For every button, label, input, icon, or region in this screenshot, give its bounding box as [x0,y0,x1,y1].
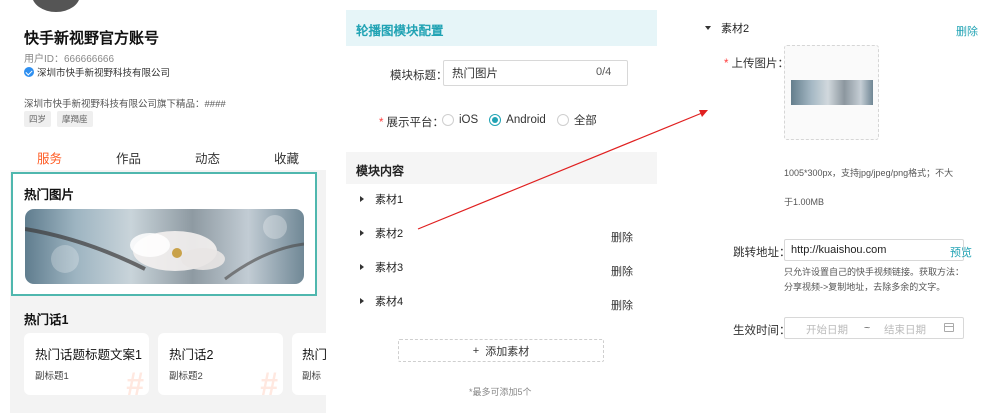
caret-right-icon [360,298,364,304]
topic-card[interactable]: 热门话2 副标题2 # [158,333,283,395]
blossom-image [25,215,304,281]
upload-hint: 1005*300px，支持jpg/jpeg/png格式；不大 [784,168,954,178]
carousel-config-panel: 轮播图模块配置 模块标题： 0/4 *展示平台： iOS Android 全部 … [346,10,657,413]
profile-card: 快手新视野官方账号 用户ID：666666666 深圳市快手新视野科技有限公司 … [10,0,326,174]
module-title-label: 模块标题： [390,70,448,82]
add-material-button[interactable]: + 添加素材 [398,339,604,362]
topic-title: 热门话题标题文案1 [35,348,142,362]
phone-preview: 快手新视野官方账号 用户ID：666666666 深圳市快手新视野科技有限公司 … [10,0,326,413]
topic-title: 热门话2 [169,348,214,362]
end-date-placeholder[interactable]: 结束日期 [884,322,926,337]
verified-icon [24,67,34,77]
tab-activity[interactable]: 动态 [168,148,247,167]
caret-right-icon [360,196,364,202]
url-label: 跳转地址： [733,247,791,259]
material-item-4[interactable]: 素材4 [360,293,403,309]
caret-down-icon [705,26,711,30]
tag: 摩羯座 [57,111,93,127]
topics-title: 热门话1 [24,313,69,327]
topic-card[interactable]: 热门话题标题文案1 副标题1 # [24,333,149,395]
plus-icon: + [472,344,480,357]
account-name: 快手新视野官方账号 [24,30,160,47]
start-date-placeholder[interactable]: 开始日期 [806,322,848,337]
panel-header: 轮播图模块配置 [346,10,657,46]
preview-link[interactable]: 预览 [950,244,972,260]
material-detail-header[interactable]: 素材2 [705,20,749,36]
tab-works[interactable]: 作品 [89,148,168,167]
material-item-2[interactable]: 素材2 [360,225,403,241]
required-mark: * [379,117,384,129]
avatar [32,0,80,12]
radio-all[interactable]: 全部 [556,112,597,128]
profile-tabs: 服务 作品 动态 收藏 [10,148,326,174]
max-count-hint: *最多可添加5个 [469,387,532,397]
platform-label: * 展示平台： [379,117,444,129]
char-count: 0/4 [596,66,612,78]
user-id: 用户ID：666666666 [24,54,115,65]
content-section-title: 模块内容 [356,164,405,178]
company-name: 深圳市快手新视野科技有限公司 [37,68,171,79]
topic-subtitle: 副标 [302,371,322,382]
platform-radio-group: iOS Android 全部 [442,112,597,128]
tab-service[interactable]: 服务 [10,148,89,174]
delete-material-3[interactable]: 删除 [611,263,633,279]
radio-android[interactable]: Android [489,114,546,126]
company-verified: 深圳市快手新视野科技有限公司 [24,65,170,79]
delete-material-2[interactable]: 删除 [611,229,633,245]
date-separator: ~ [864,322,871,334]
upload-hint-size: 于1.00MB [784,197,825,207]
required-mark: * [724,58,729,70]
delete-button[interactable]: 删除 [956,23,978,39]
hot-pictures-title: 热门图片 [24,188,75,202]
image-upload-area[interactable] [784,45,879,140]
banner-image[interactable] [25,209,304,284]
profile-tags: 四岁 摩羯座 [24,111,93,127]
panel-title: 轮播图模块配置 [356,24,444,38]
hash-icon: # [126,366,144,395]
topic-subtitle: 副标题2 [169,371,203,382]
content-section-header: 模块内容 [346,152,657,184]
url-input[interactable] [784,239,964,261]
tag: 四岁 [24,111,52,127]
topic-subtitle: 副标题1 [35,371,69,382]
radio-circle[interactable] [556,114,569,126]
hot-pictures-module[interactable]: 热门图片 [11,172,317,296]
material-item-3[interactable]: 素材3 [360,259,403,275]
delete-material-4[interactable]: 删除 [611,297,633,313]
radio-circle[interactable] [442,114,454,126]
radio-circle-checked[interactable] [489,114,502,126]
date-range-picker[interactable]: 开始日期 ~ 结束日期 [784,317,964,339]
caret-right-icon [360,264,364,270]
topic-title: 热门 [302,348,326,362]
calendar-icon[interactable] [944,323,954,332]
tab-favorites[interactable]: 收藏 [247,148,326,167]
url-hint-method: 分享视频->复制地址，去除多余的文字。 [784,282,946,292]
hash-icon: # [260,366,278,395]
url-hint: 只允许设置自己的快手视频链接。获取方法： [784,267,965,277]
profile-description: 深圳市快手新视野科技有限公司旗下精品：#### [24,99,226,110]
date-label: 生效时间： [733,325,791,337]
caret-right-icon [360,230,364,236]
uploaded-thumbnail[interactable] [791,80,873,105]
material-detail-panel: 素材2 删除 * 上传图片： 1005*300px，支持jpg/jpeg/png格… [675,0,991,413]
radio-ios[interactable]: iOS [442,114,478,126]
upload-label: * 上传图片： [724,58,789,70]
material-item-1[interactable]: 素材1 [360,191,403,207]
topic-card[interactable]: 热门 副标 [292,333,326,395]
